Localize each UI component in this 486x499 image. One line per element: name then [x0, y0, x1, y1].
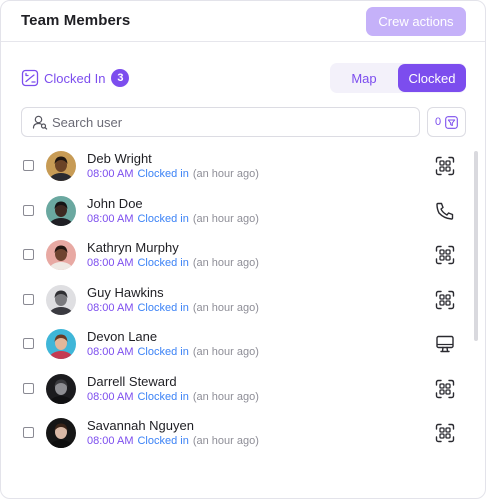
avatar: [46, 195, 76, 226]
member-name: John Doe: [87, 195, 143, 211]
row-checkbox[interactable]: [23, 338, 34, 349]
relative-time: (an hour ago): [192, 346, 259, 358]
row-checkbox[interactable]: [23, 249, 34, 260]
panel-header: Team Members Crew actions: [1, 1, 485, 42]
member-meta: 08:00 AM Clocked in (an hour ago): [87, 435, 259, 447]
row-checkbox[interactable]: [23, 204, 34, 216]
filter-count: 0: [434, 116, 442, 128]
avatar: [46, 418, 76, 448]
search-user-icon: [32, 115, 48, 130]
relative-time: (an hour ago): [192, 257, 259, 269]
panel-title: Team Members: [21, 12, 131, 29]
team-members-panel: Team Members Crew actions Clocked In 3 M…: [0, 0, 486, 499]
member-meta: 08:00 AM Clocked in (an hour ago): [87, 213, 259, 225]
clock-status: Clocked in: [137, 212, 189, 225]
toggle-map[interactable]: Map: [330, 63, 398, 93]
clock-status: Clocked in: [137, 168, 189, 180]
clocked-in-filter[interactable]: Clocked In 3: [21, 68, 130, 88]
clock-in-time: 08:00 AM: [87, 346, 134, 358]
clock-in-time: 08:00 AM: [87, 257, 134, 269]
search-box: [21, 107, 420, 137]
clock-in-time: 08:00 AM: [87, 435, 134, 447]
relative-time: (an hour ago): [192, 390, 259, 403]
clock-in-icon: [21, 69, 39, 87]
member-row[interactable]: Kathryn Murphy 08:00 AM Clocked in (an hour…: [1, 233, 476, 277]
relative-time: (an hour ago): [192, 435, 259, 447]
member-row[interactable]: Darrell Steward 08:00 AM Clocked in (an hou…: [1, 367, 476, 411]
clocked-in-label: Clocked In: [44, 70, 106, 86]
filter-icon: [445, 115, 458, 129]
avatar: [46, 240, 76, 270]
filter-button[interactable]: 0: [427, 107, 466, 137]
relative-time: (an hour ago): [192, 301, 259, 314]
face-id-icon: [435, 379, 455, 399]
face-id-icon: [435, 156, 455, 176]
avatar: [46, 329, 76, 359]
row-checkbox[interactable]: [23, 427, 34, 438]
clock-in-time: 08:00 AM: [87, 390, 134, 403]
member-row[interactable]: John Doe 08:00 AM Clocked in (an hour ago): [1, 189, 476, 233]
member-meta: 08:00 AM Clocked in (an hour ago): [87, 257, 259, 269]
member-row[interactable]: Devon Lane 08:00 AM Clocked in (an hour ago…: [1, 322, 476, 366]
clocked-in-count-badge: 3: [111, 69, 130, 87]
member-name: Deb Wright: [87, 151, 152, 166]
avatar: [46, 151, 76, 181]
clock-in-time: 08:00 AM: [87, 168, 134, 180]
crew-actions-button[interactable]: Crew actions: [366, 7, 466, 36]
clock-status: Clocked in: [137, 301, 189, 314]
member-row[interactable]: Deb Wright 08:00 AM Clocked in (an hour ago…: [1, 144, 476, 188]
phone-icon: [435, 201, 455, 221]
member-row[interactable]: Guy Hawkins 08:00 AM Clocked in (an hour ag…: [1, 278, 476, 322]
row-checkbox[interactable]: [23, 160, 34, 171]
member-name: Guy Hawkins: [87, 284, 164, 300]
monitor-icon: [435, 334, 455, 354]
member-meta: 08:00 AM Clocked in (an hour ago): [87, 391, 259, 403]
member-name: Devon Lane: [87, 329, 158, 344]
member-name: Kathryn Murphy: [87, 240, 179, 255]
avatar: [46, 373, 76, 404]
clock-status: Clocked in: [137, 390, 189, 403]
relative-time: (an hour ago): [192, 212, 259, 225]
clock-status: Clocked in: [137, 257, 189, 269]
member-name: Savannah Nguyen: [87, 418, 194, 433]
row-checkbox[interactable]: [23, 382, 34, 394]
clock-in-time: 08:00 AM: [87, 212, 134, 225]
list-scrollbar[interactable]: [474, 151, 478, 341]
member-list: Deb Wright 08:00 AM Clocked in (an hour ago…: [1, 144, 476, 454]
face-id-icon: [435, 290, 455, 310]
member-row[interactable]: Savannah Nguyen 08:00 AM Clocked in (an hou…: [1, 411, 476, 455]
toggle-clocked[interactable]: Clocked: [398, 64, 466, 92]
member-meta: 08:00 AM Clocked in (an hour ago): [87, 168, 259, 180]
clock-status: Clocked in: [137, 346, 189, 358]
member-meta: 08:00 AM Clocked in (an hour ago): [87, 346, 259, 358]
row-checkbox[interactable]: [23, 293, 34, 305]
clock-in-time: 08:00 AM: [87, 301, 134, 314]
view-toggle: Map Clocked: [330, 63, 466, 93]
member-meta: 08:00 AM Clocked in (an hour ago): [87, 302, 259, 314]
avatar: [46, 284, 76, 315]
member-name: Darrell Steward: [87, 373, 177, 389]
search-input[interactable]: [52, 108, 412, 136]
face-id-icon: [435, 245, 455, 265]
face-id-icon: [435, 423, 455, 443]
relative-time: (an hour ago): [192, 168, 259, 180]
clock-status: Clocked in: [137, 435, 189, 447]
